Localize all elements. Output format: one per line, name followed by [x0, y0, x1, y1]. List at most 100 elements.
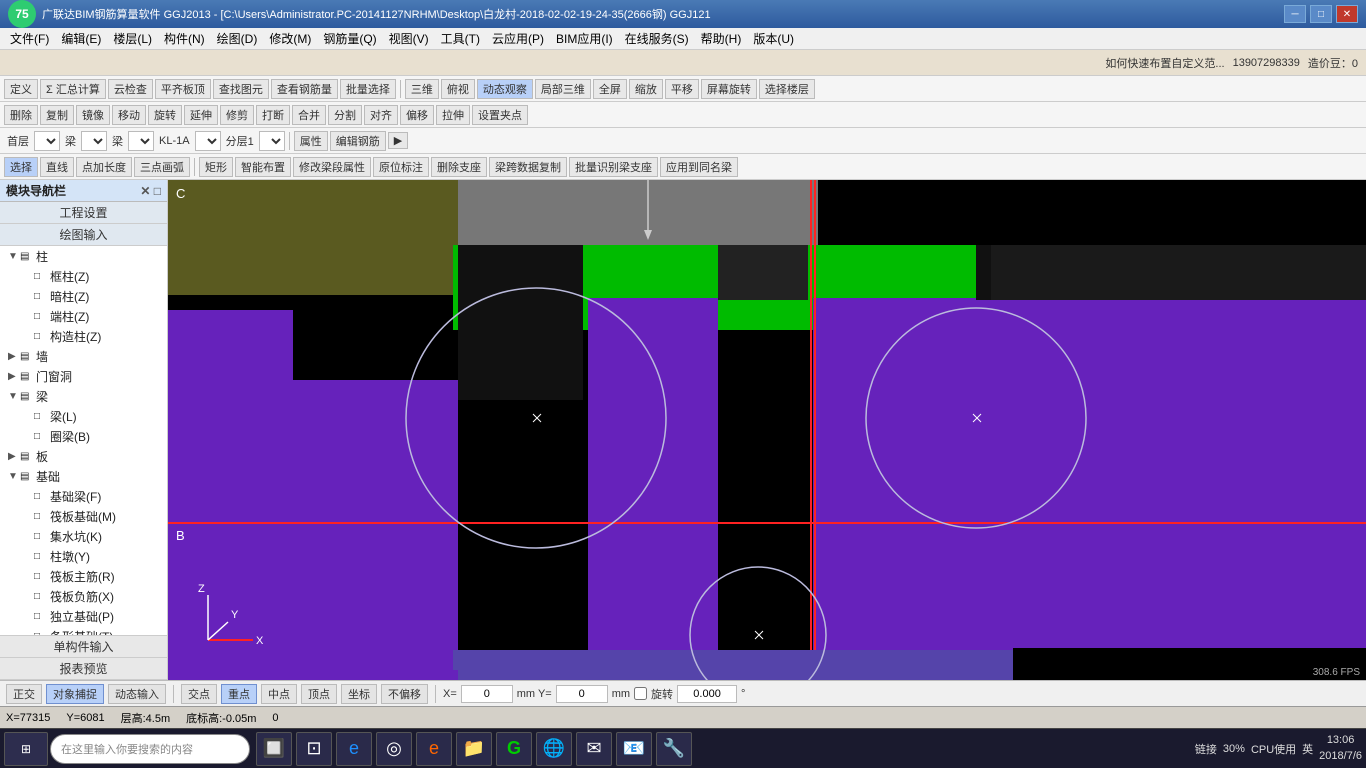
tree-item[interactable]: □筏板负筋(X) [0, 586, 167, 606]
menu-item[interactable]: 构件(N) [158, 28, 211, 49]
menu-item[interactable]: 绘图(D) [211, 28, 264, 49]
coord-snap[interactable]: 坐标 [341, 684, 377, 704]
tree-item[interactable]: ▶▤墙 [0, 346, 167, 366]
tree-item[interactable]: □梁(L) [0, 406, 167, 426]
draw-shape-button[interactable]: 梁跨数据复制 [489, 157, 567, 177]
toolbar-button[interactable]: 定义 [4, 79, 38, 99]
tree-item[interactable]: □暗柱(Z) [0, 286, 167, 306]
toolbar-button[interactable]: ▶ [388, 132, 408, 149]
toolbar-button[interactable]: 批量选择 [340, 79, 396, 99]
intersection-snap[interactable]: 交点 [181, 684, 217, 704]
taskbar-app-6[interactable]: G [496, 732, 532, 766]
y-coord-input[interactable] [556, 685, 608, 703]
toolbar-button[interactable]: 俯视 [441, 79, 475, 99]
toolbar-select[interactable] [128, 131, 154, 151]
sidebar-nav-draw[interactable]: 绘图输入 [0, 224, 167, 246]
toolbar-button[interactable]: 三维 [405, 79, 439, 99]
midpoint-snap[interactable]: 重点 [221, 684, 257, 704]
taskbar-app-ie[interactable]: e [336, 732, 372, 766]
maximize-button[interactable]: □ [1310, 5, 1332, 23]
toolbar-select[interactable] [195, 131, 221, 151]
toolbar-edit-button[interactable]: 对齐 [364, 105, 398, 125]
dynamic-input-button[interactable]: 动态输入 [108, 684, 166, 704]
tree-item[interactable]: ▶▤门窗洞 [0, 366, 167, 386]
single-element-input[interactable]: 单构件输入 [0, 636, 167, 658]
draw-tool-button[interactable]: 点加长度 [76, 157, 132, 177]
toolbar-edit-button[interactable]: 延伸 [184, 105, 218, 125]
tree-item[interactable]: ▶▤板 [0, 446, 167, 466]
draw-shape-button[interactable]: 修改梁段属性 [293, 157, 371, 177]
menu-item[interactable]: BIM应用(I) [550, 28, 619, 49]
menu-item[interactable]: 工具(T) [435, 28, 486, 49]
toolbar-button[interactable]: 查看钢筋量 [271, 79, 338, 99]
menu-item[interactable]: 文件(F) [4, 28, 55, 49]
menu-item[interactable]: 楼层(L) [107, 28, 158, 49]
toolbar-edit-button[interactable]: 拉伸 [436, 105, 470, 125]
toolbar-button[interactable]: 云检查 [108, 79, 153, 99]
taskbar-app-7[interactable]: 🌐 [536, 732, 572, 766]
draw-shape-button[interactable]: 原位标注 [373, 157, 429, 177]
taskbar-app-2[interactable]: ⊡ [296, 732, 332, 766]
toolbar-select[interactable] [34, 131, 60, 151]
toolbar-button[interactable]: 动态观察 [477, 79, 533, 99]
tree-item[interactable]: ▼▤梁 [0, 386, 167, 406]
tree-item[interactable]: □集水坑(K) [0, 526, 167, 546]
toolbar-button[interactable]: 局部三维 [535, 79, 591, 99]
toolbar-button[interactable]: 平移 [665, 79, 699, 99]
tree-item[interactable]: □端柱(Z) [0, 306, 167, 326]
toolbar-edit-button[interactable]: 删除 [4, 105, 38, 125]
tree-item[interactable]: □圈梁(B) [0, 426, 167, 446]
toolbar-edit-button[interactable]: 镜像 [76, 105, 110, 125]
menu-item[interactable]: 在线服务(S) [619, 28, 695, 49]
toolbar-edit-button[interactable]: 设置夹点 [472, 105, 528, 125]
tree-item[interactable]: □条形基础(T) [0, 626, 167, 635]
tree-item[interactable]: □筏板基础(M) [0, 506, 167, 526]
rotate-input[interactable] [677, 685, 737, 703]
minimize-button[interactable]: ─ [1284, 5, 1306, 23]
toolbar-button[interactable]: Σ 汇总计算 [40, 79, 106, 99]
ortho-button[interactable]: 正交 [6, 684, 42, 704]
tree-item[interactable]: □独立基础(P) [0, 606, 167, 626]
tree-item[interactable]: ▼▤基础 [0, 466, 167, 486]
search-bar[interactable]: 在这里输入你要搜索的内容 [50, 734, 250, 764]
toolbar-button[interactable]: 平齐板顶 [155, 79, 211, 99]
canvas-area[interactable]: C B Z X Y 308.6 FPS [168, 180, 1366, 680]
toolbar-button[interactable]: 缩放 [629, 79, 663, 99]
draw-tool-button[interactable]: 选择 [4, 157, 38, 177]
draw-shape-button[interactable]: 矩形 [199, 157, 233, 177]
toolbar-edit-button[interactable]: 复制 [40, 105, 74, 125]
toolbar-edit-button[interactable]: 修剪 [220, 105, 254, 125]
toolbar-button[interactable]: 全屏 [593, 79, 627, 99]
toolbar-edit-button[interactable]: 合并 [292, 105, 326, 125]
x-coord-input[interactable] [461, 685, 513, 703]
toolbar-select[interactable] [81, 131, 107, 151]
sidebar-close-icon[interactable]: ✕ □ [140, 184, 161, 198]
tree-item[interactable]: □柱墩(Y) [0, 546, 167, 566]
draw-tool-button[interactable]: 直线 [40, 157, 74, 177]
tree-item[interactable]: □构造柱(Z) [0, 326, 167, 346]
toolbar-edit-button[interactable]: 偏移 [400, 105, 434, 125]
draw-tool-button[interactable]: 三点画弧 [134, 157, 190, 177]
toolbar-edit-button[interactable]: 移动 [112, 105, 146, 125]
toolbar-button[interactable]: 选择楼层 [759, 79, 815, 99]
taskbar-app-9[interactable]: 📧 [616, 732, 652, 766]
toolbar-select[interactable] [259, 131, 285, 151]
close-button[interactable]: ✕ [1336, 5, 1358, 23]
no-offset-snap[interactable]: 不偏移 [381, 684, 428, 704]
menu-item[interactable]: 编辑(E) [55, 28, 107, 49]
draw-shape-button[interactable]: 批量识别梁支座 [569, 157, 658, 177]
menu-item[interactable]: 视图(V) [383, 28, 435, 49]
toolbar-edit-button[interactable]: 分割 [328, 105, 362, 125]
menu-item[interactable]: 版本(U) [747, 28, 800, 49]
report-preview[interactable]: 报表预览 [0, 658, 167, 680]
toolbar-edit-button[interactable]: 旋转 [148, 105, 182, 125]
toolbar-button[interactable]: 查找图元 [213, 79, 269, 99]
tree-item[interactable]: □筏板主筋(R) [0, 566, 167, 586]
draw-shape-button[interactable]: 应用到同名梁 [660, 157, 738, 177]
taskbar-app-4[interactable]: e [416, 732, 452, 766]
tree-item[interactable]: ▼▤柱 [0, 246, 167, 266]
menu-item[interactable]: 帮助(H) [695, 28, 748, 49]
draw-shape-button[interactable]: 删除支座 [431, 157, 487, 177]
menu-item[interactable]: 云应用(P) [486, 28, 550, 49]
rotate-checkbox[interactable] [634, 687, 647, 700]
